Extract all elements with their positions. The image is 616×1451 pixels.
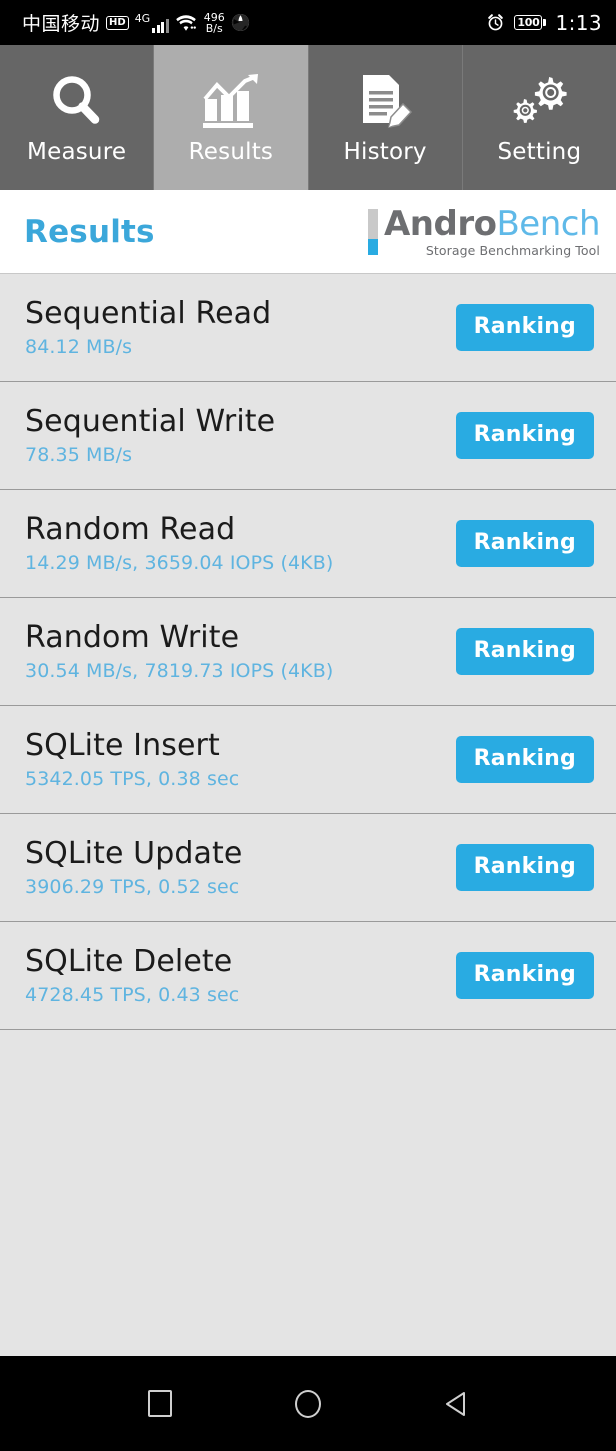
main-tab-bar: Measure Results bbox=[0, 45, 616, 190]
hd-icon: HD bbox=[106, 16, 129, 30]
document-pencil-icon bbox=[353, 71, 417, 133]
row-value: 3906.29 TPS, 0.52 sec bbox=[25, 876, 242, 898]
logo-secondary: Bench bbox=[496, 204, 600, 244]
signal-bars bbox=[152, 18, 169, 33]
gears-icon bbox=[507, 71, 571, 133]
row-value: 84.12 MB/s bbox=[25, 336, 271, 358]
logo-wordmark: AndroBench bbox=[384, 206, 600, 242]
ranking-button[interactable]: Ranking bbox=[456, 520, 594, 567]
data-speed-unit: B/s bbox=[206, 23, 223, 34]
logo-bar-icon bbox=[368, 209, 378, 255]
ranking-button[interactable]: Ranking bbox=[456, 952, 594, 999]
recents-square-icon[interactable] bbox=[142, 1386, 178, 1422]
ranking-button[interactable]: Ranking bbox=[456, 736, 594, 783]
row-title: Sequential Write bbox=[25, 405, 275, 439]
table-row[interactable]: SQLite Insert 5342.05 TPS, 0.38 sec Rank… bbox=[0, 706, 616, 814]
row-texts: Sequential Read 84.12 MB/s bbox=[25, 297, 271, 358]
logo-text: AndroBench Storage Benchmarking Tool bbox=[384, 206, 600, 258]
table-row[interactable]: Random Read 14.29 MB/s, 3659.04 IOPS (4K… bbox=[0, 490, 616, 598]
tab-results[interactable]: Results bbox=[154, 45, 308, 190]
row-title: Random Write bbox=[25, 621, 333, 655]
page-title: Results bbox=[24, 214, 155, 250]
table-row[interactable]: Random Write 30.54 MB/s, 7819.73 IOPS (4… bbox=[0, 598, 616, 706]
row-texts: SQLite Insert 5342.05 TPS, 0.38 sec bbox=[25, 729, 239, 790]
battery-percent-label: 100 bbox=[514, 15, 542, 30]
clock-label: 1:13 bbox=[555, 11, 602, 35]
row-texts: Sequential Write 78.35 MB/s bbox=[25, 405, 275, 466]
table-row[interactable]: SQLite Update 3906.29 TPS, 0.52 sec Rank… bbox=[0, 814, 616, 922]
logo-primary: Andro bbox=[384, 204, 496, 244]
tab-measure[interactable]: Measure bbox=[0, 45, 154, 190]
row-title: Sequential Read bbox=[25, 297, 271, 331]
row-value: 4728.45 TPS, 0.43 sec bbox=[25, 984, 239, 1006]
tab-results-label: Results bbox=[189, 139, 273, 165]
status-bar: 中国移动 HD 4G 496 B/s bbox=[0, 0, 616, 45]
tab-setting-label: Setting bbox=[497, 139, 581, 165]
androbench-logo: AndroBench Storage Benchmarking Tool bbox=[368, 206, 600, 258]
row-title: SQLite Delete bbox=[25, 945, 239, 979]
magnifier-icon bbox=[45, 71, 109, 133]
ranking-button[interactable]: Ranking bbox=[456, 304, 594, 351]
tab-setting[interactable]: Setting bbox=[463, 45, 616, 190]
ranking-button[interactable]: Ranking bbox=[456, 412, 594, 459]
bar-chart-icon bbox=[199, 71, 263, 133]
globe-icon bbox=[231, 13, 250, 32]
battery-tip bbox=[543, 19, 546, 26]
status-bar-left: 中国移动 HD 4G 496 B/s bbox=[22, 9, 250, 36]
row-value: 78.35 MB/s bbox=[25, 444, 275, 466]
row-title: SQLite Update bbox=[25, 837, 242, 871]
signal-icon: 4G bbox=[135, 13, 169, 33]
table-row[interactable]: Sequential Read 84.12 MB/s Ranking bbox=[0, 274, 616, 382]
wifi-icon bbox=[175, 14, 197, 32]
tab-history-label: History bbox=[344, 139, 427, 165]
tab-history[interactable]: History bbox=[309, 45, 463, 190]
data-speed-value: 496 bbox=[204, 12, 225, 23]
ranking-button[interactable]: Ranking bbox=[456, 628, 594, 675]
row-title: Random Read bbox=[25, 513, 333, 547]
row-value: 14.29 MB/s, 3659.04 IOPS (4KB) bbox=[25, 552, 333, 574]
battery-icon: 100 bbox=[514, 15, 546, 30]
row-texts: SQLite Delete 4728.45 TPS, 0.43 sec bbox=[25, 945, 239, 1006]
row-value: 5342.05 TPS, 0.38 sec bbox=[25, 768, 239, 790]
tab-measure-label: Measure bbox=[27, 139, 126, 165]
row-value: 30.54 MB/s, 7819.73 IOPS (4KB) bbox=[25, 660, 333, 682]
row-title: SQLite Insert bbox=[25, 729, 239, 763]
carrier-label: 中国移动 bbox=[22, 9, 100, 36]
logo-tagline: Storage Benchmarking Tool bbox=[426, 243, 600, 258]
status-bar-right: 100 1:13 bbox=[486, 11, 602, 35]
system-nav-bar bbox=[0, 1356, 616, 1451]
table-row[interactable]: SQLite Delete 4728.45 TPS, 0.43 sec Rank… bbox=[0, 922, 616, 1030]
network-type-label: 4G bbox=[135, 13, 151, 24]
alarm-icon bbox=[486, 13, 505, 32]
page-header: Results AndroBench Storage Benchmarking … bbox=[0, 190, 616, 274]
row-texts: Random Write 30.54 MB/s, 7819.73 IOPS (4… bbox=[25, 621, 333, 682]
data-speed-indicator: 496 B/s bbox=[204, 12, 225, 34]
back-triangle-icon[interactable] bbox=[438, 1386, 474, 1422]
table-row[interactable]: Sequential Write 78.35 MB/s Ranking bbox=[0, 382, 616, 490]
results-list: Sequential Read 84.12 MB/s Ranking Seque… bbox=[0, 274, 616, 1356]
ranking-button[interactable]: Ranking bbox=[456, 844, 594, 891]
row-texts: Random Read 14.29 MB/s, 3659.04 IOPS (4K… bbox=[25, 513, 333, 574]
row-texts: SQLite Update 3906.29 TPS, 0.52 sec bbox=[25, 837, 242, 898]
home-circle-icon[interactable] bbox=[290, 1386, 326, 1422]
